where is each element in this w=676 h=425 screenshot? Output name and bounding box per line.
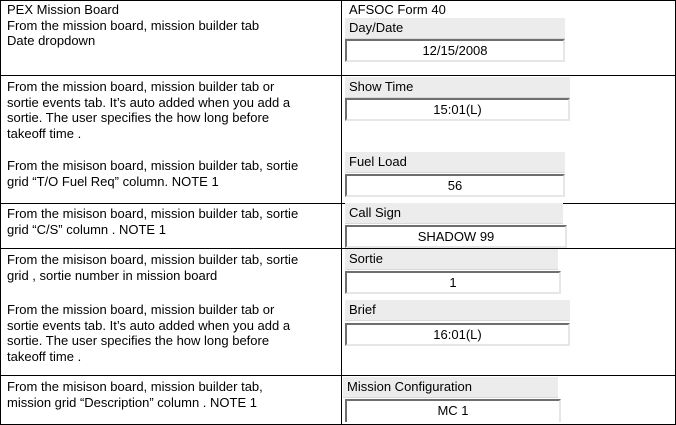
row-divider xyxy=(0,75,676,76)
row-divider xyxy=(0,375,676,376)
mission-configuration-field: Mission Configuration MC 1 xyxy=(343,377,568,424)
mission-configuration-input[interactable]: MC 1 xyxy=(345,399,561,422)
brief-label: Brief xyxy=(345,300,570,321)
sortie-field: Sortie 1 xyxy=(345,249,570,297)
brief-field: Brief 16:01(L) xyxy=(345,300,570,350)
sortie-label: Sortie xyxy=(345,249,558,270)
day-date-input[interactable]: 12/15/2008 xyxy=(345,39,565,62)
column-divider xyxy=(341,0,342,425)
form-title: AFSOC Form 40 xyxy=(349,2,446,17)
mapping-description: From the misison board, mission builder … xyxy=(7,206,299,237)
show-time-field: Show Time 15:01(L) xyxy=(345,77,570,127)
sortie-input[interactable]: 1 xyxy=(345,271,561,294)
fuel-load-input[interactable]: 56 xyxy=(345,174,565,197)
row-divider xyxy=(0,203,676,204)
call-sign-input[interactable]: SHADOW 99 xyxy=(345,225,567,248)
day-date-field: Day/Date 12/15/2008 xyxy=(345,18,570,68)
fuel-load-label: Fuel Load xyxy=(345,152,565,173)
call-sign-label: Call Sign xyxy=(345,203,563,224)
brief-input[interactable]: 16:01(L) xyxy=(345,323,570,346)
fuel-load-field: Fuel Load 56 xyxy=(345,152,570,202)
table-border-left xyxy=(0,0,1,425)
mapping-description: PEX Mission Board From the mission board… xyxy=(7,2,260,48)
mission-configuration-label: Mission Configuration xyxy=(343,377,558,398)
mapping-description: From the mission board, mission builder … xyxy=(7,302,291,364)
show-time-label: Show Time xyxy=(345,77,570,98)
mapping-description: From the mission board, mission builder … xyxy=(7,79,291,141)
row-divider xyxy=(0,248,676,249)
mapping-description: From the misison board, mission builder … xyxy=(7,158,299,189)
mapping-description: From the misison board, mission builder … xyxy=(7,252,299,283)
mapping-description: From the misison board, mission builder … xyxy=(7,379,263,410)
show-time-input[interactable]: 15:01(L) xyxy=(345,98,570,121)
call-sign-field: Call Sign SHADOW 99 xyxy=(345,203,570,248)
day-date-label: Day/Date xyxy=(345,18,565,39)
table-border-top xyxy=(0,0,676,1)
